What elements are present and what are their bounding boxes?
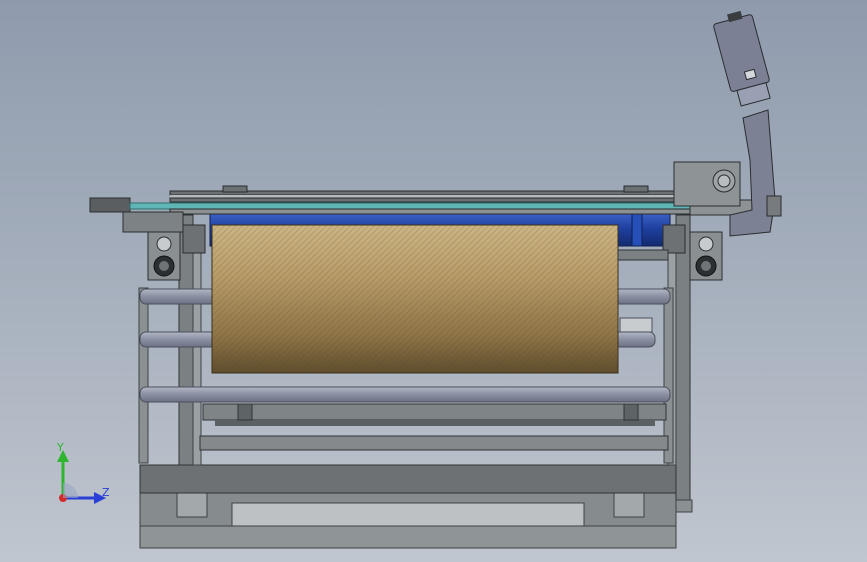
sensor-arm xyxy=(673,10,782,237)
machine-assembly-drawing xyxy=(89,10,782,549)
bottom-frame-beam xyxy=(139,464,679,494)
triad-plane-icon xyxy=(63,483,78,498)
base-feet xyxy=(139,492,677,549)
lower-rails xyxy=(199,403,669,451)
z-axis-label: Z xyxy=(102,486,110,499)
leveling-bolt xyxy=(675,499,693,513)
y-axis-label: Y xyxy=(57,441,64,454)
cad-viewport[interactable]: Y Z xyxy=(0,0,867,562)
fabric-roll xyxy=(211,224,669,374)
